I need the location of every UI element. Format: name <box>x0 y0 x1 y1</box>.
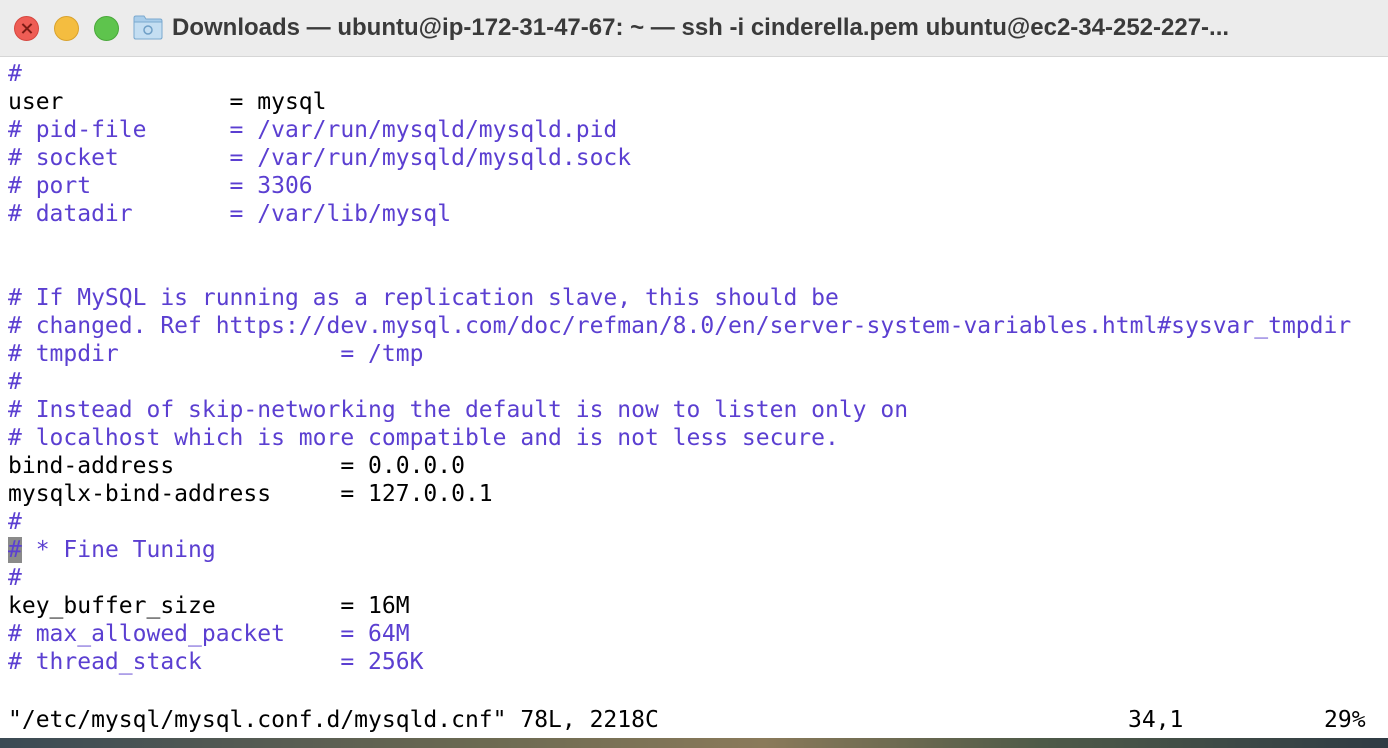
editor-line: # <box>8 509 22 535</box>
close-icon[interactable] <box>14 16 39 41</box>
editor-line: # changed. Ref https://dev.mysql.com/doc… <box>8 313 1352 339</box>
editor-line: # pid-file = /var/run/mysqld/mysqld.pid <box>8 117 618 143</box>
editor-line: # <box>8 369 22 395</box>
status-cursor-position: 34,1 <box>1128 707 1184 733</box>
editor-line: # max_allowed_packet = 64M <box>8 621 410 647</box>
editor-line: # socket = /var/run/mysqld/mysqld.sock <box>8 145 632 171</box>
desktop-background <box>0 738 1388 748</box>
status-file-info: "/etc/mysql/mysql.conf.d/mysqld.cnf" 78L… <box>8 707 659 733</box>
folder-icon <box>133 15 163 40</box>
editor-line: # localhost which is more compatible and… <box>8 425 839 451</box>
minimize-icon[interactable] <box>54 16 79 41</box>
maximize-icon[interactable] <box>94 16 119 41</box>
editor-line-text: * Fine Tuning <box>21 537 216 563</box>
editor-line: # port = 3306 <box>8 173 313 199</box>
terminal-content[interactable]: # user = mysql # pid-file = /var/run/mysql… <box>0 60 1388 736</box>
editor-line: # thread_stack = 256K <box>8 649 424 675</box>
terminal-window: Downloads — ubuntu@ip-172-31-47-67: ~ — … <box>0 0 1388 748</box>
editor-line: mysqlx-bind-address = 127.0.0.1 <box>8 481 493 507</box>
editor-line: # datadir = /var/lib/mysql <box>8 201 452 227</box>
editor-line: # tmpdir = /tmp <box>8 341 424 367</box>
editor-line: user = mysql <box>8 89 327 115</box>
title-bar[interactable]: Downloads — ubuntu@ip-172-31-47-67: ~ — … <box>0 0 1388 57</box>
editor-line: # <box>8 565 22 591</box>
editor-line: # Instead of skip-networking the default… <box>8 397 909 423</box>
editor-line: key_buffer_size = 16M <box>8 593 410 619</box>
status-scroll-percent: 29% <box>1324 707 1366 733</box>
window-title: Downloads — ubuntu@ip-172-31-47-67: ~ — … <box>172 14 1230 41</box>
editor-line: # <box>8 61 22 87</box>
editor-line: # If MySQL is running as a replication s… <box>8 285 839 311</box>
text-cursor: # <box>8 537 22 563</box>
editor-line: # * Fine Tuning <box>8 536 216 564</box>
editor-line: bind-address = 0.0.0.0 <box>8 453 465 479</box>
